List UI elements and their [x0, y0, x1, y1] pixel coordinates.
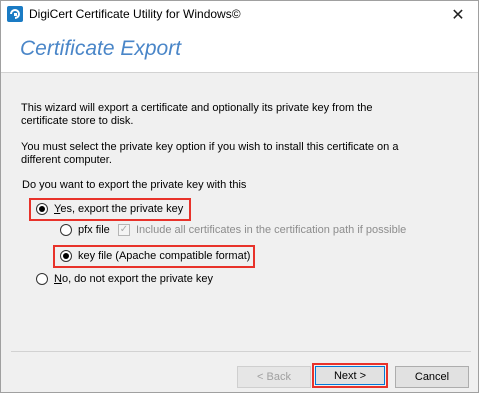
- radio-pfx-label: pfx file: [78, 224, 110, 236]
- radio-keyfile-label: key file (Apache compatible format): [78, 250, 251, 262]
- header-divider: [1, 72, 478, 73]
- radio-yes-export[interactable]: Yes, export the private key: [36, 203, 183, 215]
- radio-key-file[interactable]: key file (Apache compatible format): [60, 250, 250, 262]
- intro-text: This wizard will export a certificate an…: [21, 102, 373, 127]
- footer-divider: [11, 351, 471, 352]
- radio-yes-label: Yes, export the private key: [54, 203, 184, 215]
- include-chain-label: Include all certificates in the certific…: [136, 224, 407, 236]
- cancel-button[interactable]: Cancel: [395, 366, 469, 388]
- back-button[interactable]: < Back: [237, 366, 311, 388]
- close-button[interactable]: ✕: [438, 1, 478, 29]
- export-key-question: Do you want to export the private key wi…: [22, 179, 247, 191]
- digicert-logo-icon: [7, 6, 23, 22]
- export-wizard-window: DigiCert Certificate Utility for Windows…: [0, 0, 479, 393]
- radio-no-label: No, do not export the private key: [54, 273, 213, 285]
- checkbox-include-chain[interactable]: ✓: [118, 224, 130, 236]
- radio-keyfile-indicator[interactable]: [60, 250, 72, 262]
- radio-no-indicator[interactable]: [36, 273, 48, 285]
- close-icon: ✕: [451, 7, 465, 24]
- radio-pfx-indicator[interactable]: [60, 224, 72, 236]
- page-title: Certificate Export: [20, 37, 182, 60]
- instruction-text: You must select the private key option i…: [21, 141, 399, 166]
- include-chain-checkbox[interactable]: ✓ Include all certificates in the certif…: [118, 224, 406, 236]
- next-button[interactable]: Next >: [315, 366, 385, 385]
- window-title: DigiCert Certificate Utility for Windows…: [29, 7, 241, 21]
- title-bar: DigiCert Certificate Utility for Windows…: [1, 1, 478, 29]
- radio-pfx-file[interactable]: pfx file: [60, 224, 110, 236]
- radio-no-export[interactable]: No, do not export the private key: [36, 273, 213, 285]
- radio-yes-indicator[interactable]: [36, 203, 48, 215]
